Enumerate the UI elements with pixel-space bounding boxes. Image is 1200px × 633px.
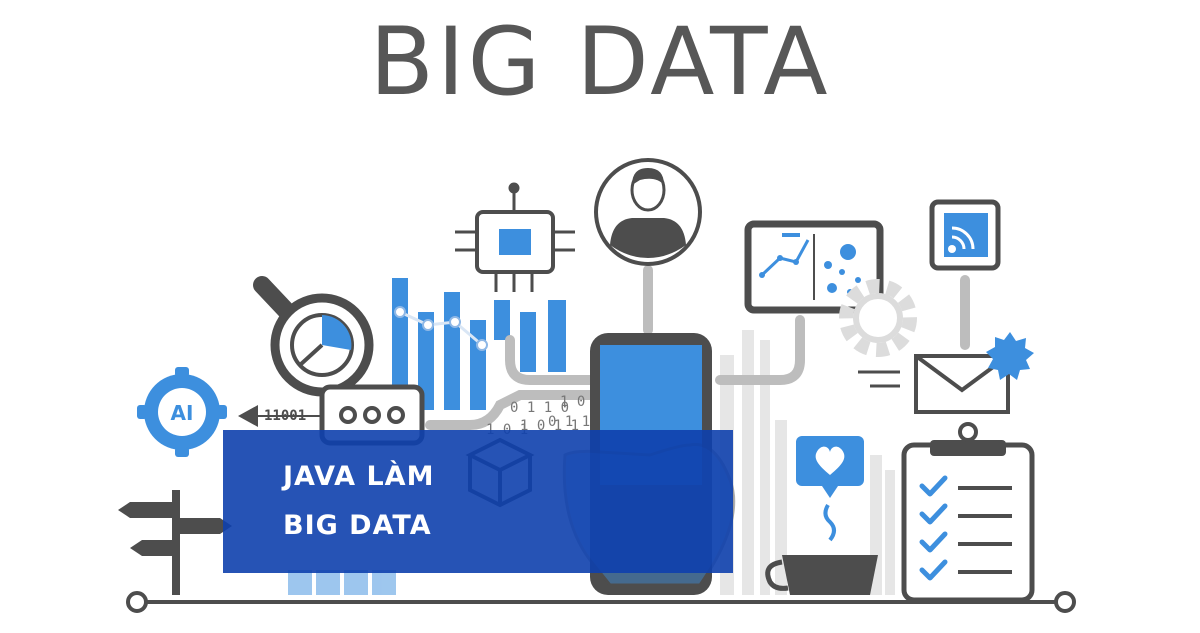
- banner-line-1: JAVA LÀM: [283, 461, 435, 492]
- magnifier-pie-icon: [253, 276, 374, 397]
- email-envelope-icon: [858, 354, 1010, 414]
- signpost-icon: [118, 490, 232, 595]
- page-title: BIG DATA: [369, 8, 831, 117]
- cpu-chip-icon: [455, 182, 575, 292]
- binary-arrow-label: 11001: [264, 408, 306, 424]
- wifi-signal-icon: [929, 199, 1001, 271]
- banner-line-2: BIG DATA: [283, 510, 432, 541]
- binary-arrow-icon: 11001: [238, 405, 322, 427]
- checklist-clipboard-icon: [901, 422, 1035, 603]
- title-banner: JAVA LÀM BIG DATA: [223, 430, 733, 573]
- ai-chip-icon: AI: [137, 367, 227, 457]
- gear-icon: [839, 279, 917, 357]
- bottom-bars: [288, 570, 396, 595]
- user-avatar-icon: [594, 158, 702, 266]
- ai-label: AI: [171, 401, 194, 425]
